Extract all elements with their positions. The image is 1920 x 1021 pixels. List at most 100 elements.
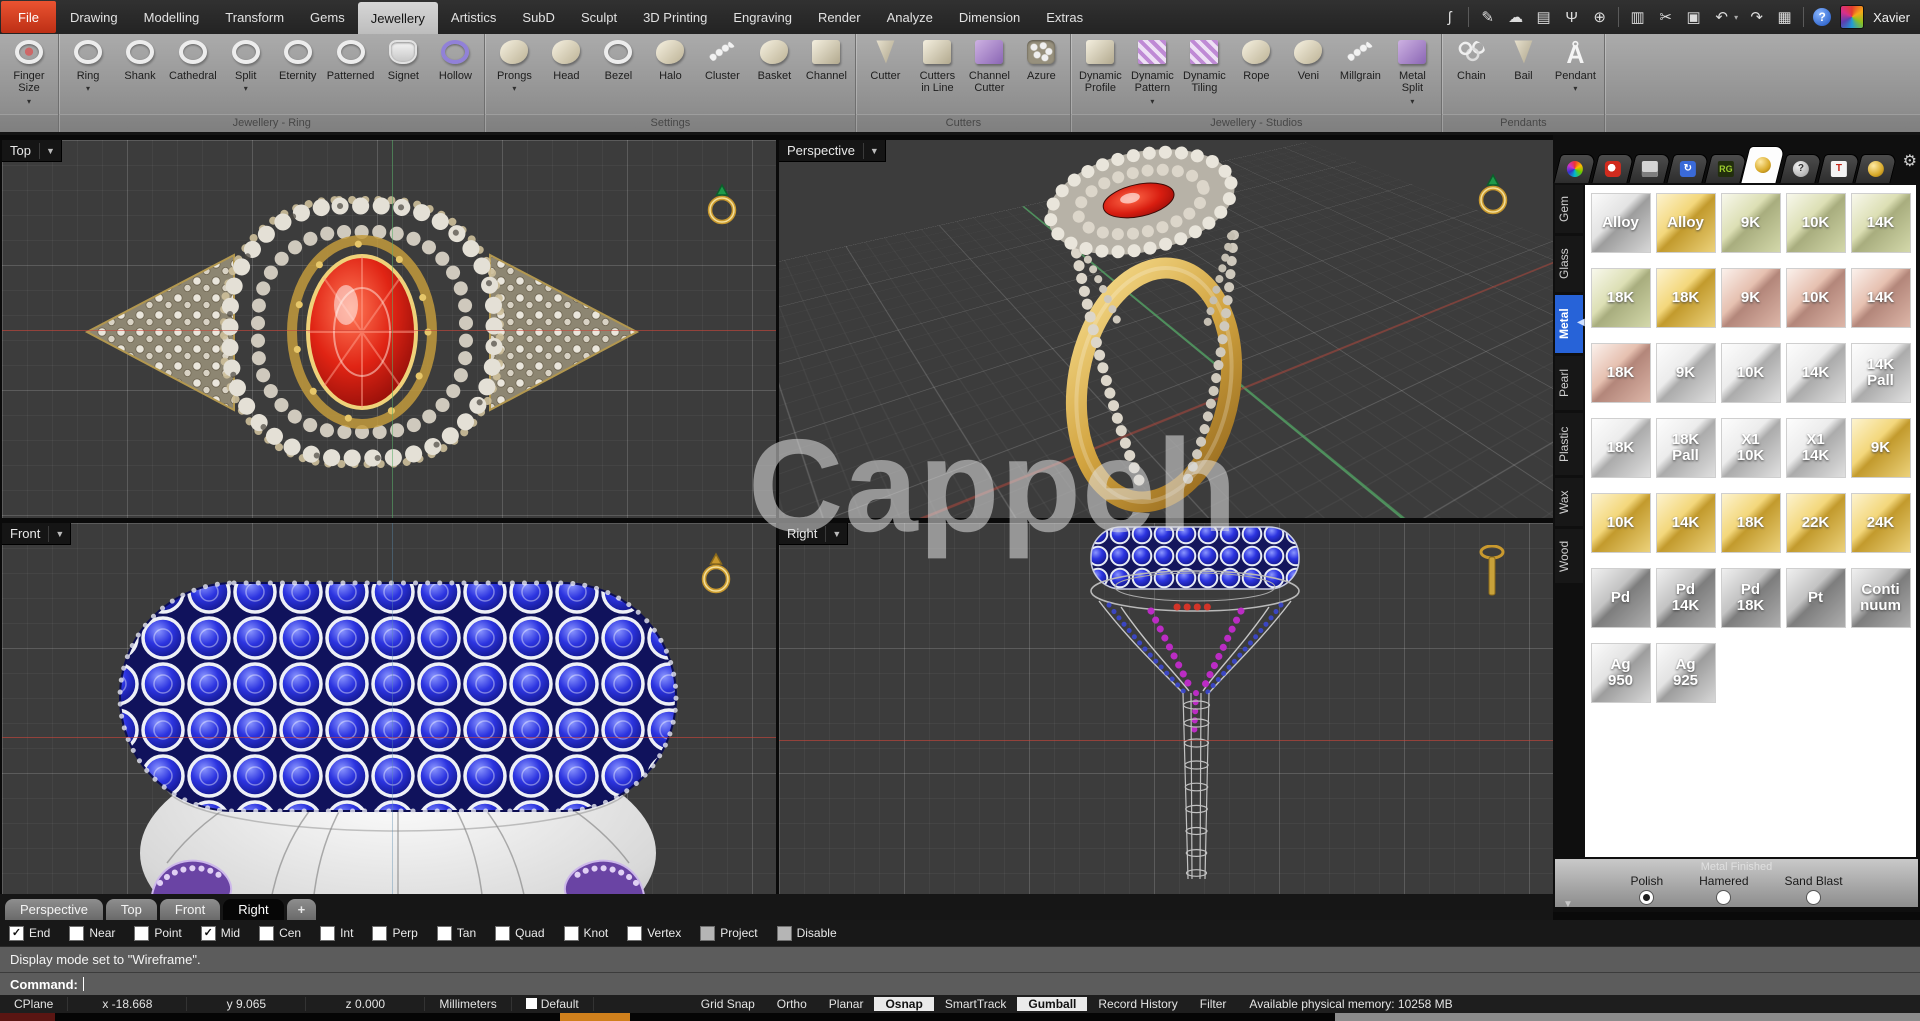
material-swatch[interactable]: 18K (1590, 418, 1651, 478)
cutters-in-line-button[interactable]: Cutters in Line (911, 37, 963, 95)
paste-icon[interactable]: ▣ (1684, 10, 1703, 25)
layer-button[interactable]: Default (512, 997, 594, 1011)
menu-subd[interactable]: SubD (509, 0, 568, 34)
material-swatch[interactable]: 10K (1590, 493, 1651, 553)
save-icon[interactable]: ▦ (1775, 10, 1794, 25)
ring-button[interactable]: Ring ▾ (62, 37, 114, 93)
bail-button[interactable]: Bail (1497, 37, 1549, 82)
annotate-icon[interactable]: ✎ (1478, 10, 1497, 25)
prongs-button[interactable]: Prongs ▾ (488, 37, 540, 93)
viewport-title-top[interactable]: Top ▼ (2, 140, 62, 162)
dropdown-caret[interactable]: ▾ (1150, 97, 1154, 106)
menu-engraving[interactable]: Engraving (720, 0, 805, 34)
radio-polish[interactable] (1639, 890, 1655, 905)
units-button[interactable]: Millimeters (425, 997, 512, 1011)
menu-render[interactable]: Render (805, 0, 874, 34)
shank-button[interactable]: Shank (114, 37, 166, 82)
viewport-title-perspective[interactable]: Perspective ▼ (779, 140, 886, 162)
material-swatch[interactable]: 9K (1655, 343, 1716, 403)
material-swatch[interactable]: Alloy (1590, 193, 1651, 253)
material-swatch[interactable]: 14K (1785, 343, 1846, 403)
viewport-menu-caret[interactable]: ▼ (825, 525, 847, 542)
clapper-icon[interactable]: ▤ (1534, 10, 1553, 25)
osnap-mid[interactable]: ✓ Mid (200, 925, 240, 941)
microphone-icon[interactable]: Ψ (1562, 10, 1581, 25)
material-swatch[interactable]: 10K (1720, 343, 1781, 403)
viewport-menu-caret[interactable]: ▼ (48, 525, 70, 542)
material-swatch[interactable]: 22K (1785, 493, 1846, 553)
millgrain-button[interactable]: Millgrain (1334, 37, 1386, 82)
zoom-plus-icon[interactable]: ⊕ (1590, 10, 1609, 25)
dropdown-caret[interactable]: ▾ (512, 84, 516, 93)
rope-button[interactable]: Rope (1230, 37, 1282, 82)
material-swatch[interactable]: X1 10K (1720, 418, 1781, 478)
channel-cutter-button[interactable]: Channel Cutter (963, 37, 1015, 95)
category-tab-wood[interactable]: Wood (1555, 529, 1583, 583)
record-history-toggle[interactable]: Record History (1087, 997, 1188, 1011)
osnap-quad[interactable]: Quad (495, 925, 545, 941)
copy-icon[interactable]: ▥ (1628, 10, 1647, 25)
material-swatch[interactable]: 18K (1720, 493, 1781, 553)
material-swatch[interactable]: 18K (1590, 343, 1651, 403)
viewport-front[interactable]: Front ▼ (2, 523, 776, 895)
grid-snap-toggle[interactable]: Grid Snap (690, 997, 766, 1011)
material-swatch[interactable]: Pd 18K (1720, 568, 1781, 628)
menu-gems[interactable]: Gems (297, 0, 358, 34)
checkbox-gray[interactable] (776, 925, 792, 941)
category-tab-glass[interactable]: Glass (1555, 236, 1583, 292)
hollow-button[interactable]: Hollow (429, 37, 481, 82)
material-swatch[interactable]: 9K (1720, 193, 1781, 253)
osnap-knot[interactable]: Knot (563, 925, 608, 941)
gumball-toggle[interactable]: Gumball (1017, 997, 1088, 1011)
material-swatch[interactable]: 24K (1850, 493, 1911, 553)
menu-sculpt[interactable]: Sculpt (568, 0, 630, 34)
material-swatch[interactable]: 14K (1850, 193, 1911, 253)
menu-analyze[interactable]: Analyze (874, 0, 946, 34)
checkbox[interactable] (495, 925, 511, 941)
checkbox[interactable] (320, 925, 336, 941)
split-button[interactable]: Split ▾ (220, 37, 272, 93)
osnap-vertex[interactable]: Vertex (627, 925, 681, 941)
patterned-button[interactable]: Patterned (324, 37, 378, 82)
checkbox[interactable] (259, 925, 275, 941)
tab-display[interactable] (1628, 154, 1672, 183)
material-swatch[interactable]: Pd 14K (1655, 568, 1716, 628)
osnap-point[interactable]: Point (134, 925, 182, 941)
material-swatch[interactable]: 10K (1785, 268, 1846, 328)
chain-button[interactable]: Chain (1445, 37, 1497, 82)
viewport-menu-caret[interactable]: ▼ (38, 142, 61, 159)
cutter-button[interactable]: Cutter (859, 37, 911, 82)
material-swatch[interactable]: 14K (1655, 493, 1716, 553)
viewport-menu-caret[interactable]: ▼ (862, 142, 885, 159)
osnap-disable[interactable]: Disable (776, 925, 837, 941)
cplane-button[interactable]: CPlane (0, 997, 69, 1011)
osnap-int[interactable]: Int (320, 925, 353, 941)
finish-option-hamered[interactable]: Hamered (1699, 874, 1749, 905)
signet-button[interactable]: Signet (377, 37, 429, 82)
checkbox-gray[interactable] (700, 925, 716, 941)
material-swatch[interactable]: Conti nuum (1850, 568, 1911, 628)
eternity-button[interactable]: Eternity (272, 37, 324, 82)
dropdown-caret[interactable]: ▾ (244, 84, 248, 93)
channel-button[interactable]: Channel (800, 37, 852, 82)
redo-icon[interactable]: ↷ (1747, 10, 1766, 25)
viewport-perspective[interactable]: Perspective ▼ (779, 140, 1553, 518)
material-swatch[interactable]: Ag 950 (1590, 643, 1651, 703)
finish-option-sand-blast[interactable]: Sand Blast (1785, 874, 1843, 905)
material-swatch[interactable]: Ag 925 (1655, 643, 1716, 703)
osnap-tan[interactable]: Tan (436, 925, 476, 941)
material-swatch[interactable]: X1 14K (1785, 418, 1846, 478)
smarttrack-toggle[interactable]: SmartTrack (934, 997, 1018, 1011)
material-swatch[interactable]: 9K (1850, 418, 1911, 478)
checkbox-checked[interactable]: ✓ (200, 925, 216, 941)
undo-icon[interactable]: ↶ (1712, 10, 1731, 25)
material-swatch[interactable]: 14K (1850, 268, 1911, 328)
viewport-tab-right[interactable]: Right (223, 899, 284, 920)
tab-shirt[interactable]: T (1817, 154, 1860, 183)
dynamic-profile-button[interactable]: Dynamic Profile (1074, 37, 1126, 95)
add-viewport-tab[interactable]: + (286, 899, 317, 920)
settings-gear-icon[interactable]: ⚙ (1903, 151, 1917, 171)
checkbox[interactable] (627, 925, 643, 941)
bezel-button[interactable]: Bezel (592, 37, 644, 82)
viewport-tab-front[interactable]: Front (159, 899, 221, 920)
